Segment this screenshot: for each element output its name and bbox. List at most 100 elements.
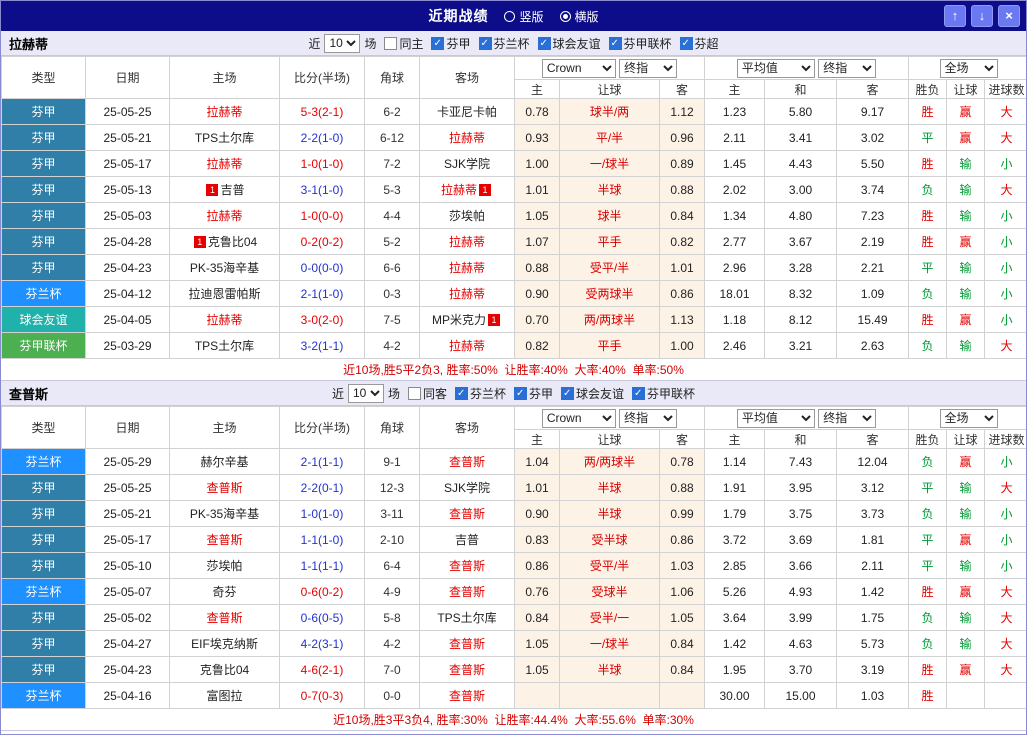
filter-league-checkbox[interactable]: 芬超: [679, 35, 719, 52]
home-team-cell[interactable]: 查普斯: [169, 474, 280, 501]
home-team-cell[interactable]: 奇芬: [169, 578, 280, 605]
away-team-cell[interactable]: 查普斯: [419, 500, 515, 527]
away-team-cell[interactable]: 莎埃帕: [419, 202, 515, 229]
home-team-cell[interactable]: TPS土尔库: [169, 332, 280, 359]
away-team-cell[interactable]: 拉赫蒂: [419, 254, 515, 281]
home-team-cell[interactable]: 查普斯: [169, 526, 280, 553]
avg-time-select[interactable]: 终指: [818, 58, 877, 78]
home-team-cell[interactable]: 拉赫蒂: [169, 306, 280, 333]
scroll-up-button[interactable]: ↑: [944, 5, 966, 27]
result-cell: 胜: [908, 656, 948, 683]
recent-count-select[interactable]: 10: [324, 33, 361, 53]
away-team-cell[interactable]: SJK学院: [419, 474, 515, 501]
home-team-cell[interactable]: 拉赫蒂: [169, 98, 280, 125]
home-team-cell[interactable]: 莎埃帕: [169, 552, 280, 579]
filter-league-checkbox[interactable]: 芬甲联杯: [632, 385, 695, 402]
away-team-cell[interactable]: 查普斯: [419, 448, 515, 475]
odds-time-select[interactable]: 终指: [619, 58, 678, 78]
away-team-cell[interactable]: 拉赫蒂 1: [419, 176, 515, 203]
away-team-cell[interactable]: SJK学院: [419, 150, 515, 177]
away-team-cell[interactable]: 卡亚尼卡帕: [419, 98, 515, 125]
avg-draw-cell: 4.93: [764, 578, 838, 605]
league-type-cell: 芬兰杯: [1, 448, 86, 475]
home-team-cell[interactable]: 克鲁比04: [169, 656, 280, 683]
away-team-cell[interactable]: 拉赫蒂: [419, 124, 515, 151]
avg-time-select[interactable]: 终指: [818, 408, 877, 428]
col-header-avg-home: 主: [704, 79, 766, 99]
home-team-cell[interactable]: 1 吉普: [169, 176, 280, 203]
home-team-cell[interactable]: 查普斯: [169, 604, 280, 631]
away-team-cell[interactable]: 拉赫蒂: [419, 332, 515, 359]
result-cell: 负: [908, 280, 948, 307]
filter-league-checkbox[interactable]: 球会友谊: [561, 385, 624, 402]
home-team-cell[interactable]: PK-35海辛基: [169, 500, 280, 527]
away-team-cell[interactable]: 查普斯: [419, 656, 515, 683]
home-team-cell[interactable]: TPS土尔库: [169, 124, 280, 151]
average-select[interactable]: 平均值: [736, 408, 815, 428]
home-team-cell[interactable]: 拉迪恩雷帕斯: [169, 280, 280, 307]
goals-result-cell: 大: [984, 474, 1026, 501]
away-team-cell[interactable]: TPS土尔库: [419, 604, 515, 631]
avg-draw-cell: 15.00: [764, 682, 838, 709]
score-cell: 0-6(0-2): [279, 578, 365, 605]
league-type-cell: 芬甲: [1, 500, 86, 527]
home-team-cell[interactable]: 赫尔辛基: [169, 448, 280, 475]
away-team-cell[interactable]: 查普斯: [419, 552, 515, 579]
away-odds-cell: 1.00: [658, 332, 706, 359]
recent-count-select[interactable]: 10: [347, 383, 384, 403]
away-team-cell[interactable]: 吉普: [419, 526, 515, 553]
scope-select[interactable]: 全场: [939, 408, 998, 428]
date-cell: 25-05-21: [85, 124, 170, 151]
away-team-cell[interactable]: 查普斯: [419, 682, 515, 709]
league-type-cell: 芬甲: [1, 656, 86, 683]
away-team-cell[interactable]: 查普斯: [419, 630, 515, 657]
table-row: 芬甲 25-04-28 1 克鲁比04 0-2(0-2) 5-2 拉赫蒂 1.07 平手 0.82…: [1, 228, 1026, 255]
filter-league-checkbox[interactable]: 芬甲: [431, 35, 471, 52]
away-team-cell[interactable]: 查普斯: [419, 578, 515, 605]
home-team-cell[interactable]: 拉赫蒂: [169, 150, 280, 177]
filter-league-checkbox[interactable]: 芬甲联杯: [608, 35, 672, 52]
home-team-cell[interactable]: 拉赫蒂: [169, 202, 280, 229]
scope-group-header: 全场: [908, 56, 1026, 80]
handicap-result-cell: 赢: [946, 448, 986, 475]
away-team-cell[interactable]: MP米克力 1: [419, 306, 515, 333]
date-cell: 25-05-02: [85, 604, 170, 631]
filter-league-checkbox[interactable]: 芬甲: [514, 385, 553, 402]
away-team-cell[interactable]: 拉赫蒂: [419, 280, 515, 307]
home-team-cell[interactable]: PK-35海辛基: [169, 254, 280, 281]
goals-result-cell: 大: [984, 124, 1026, 151]
scope-select[interactable]: 全场: [939, 58, 998, 78]
average-select[interactable]: 平均值: [736, 58, 815, 78]
home-team-cell[interactable]: 富图拉: [169, 682, 280, 709]
bookmaker-select[interactable]: Crown: [541, 58, 616, 78]
handicap-result-cell: 赢: [946, 228, 986, 255]
close-button[interactable]: ×: [998, 5, 1020, 27]
home-team-cell[interactable]: 1 克鲁比04: [169, 228, 280, 255]
odds-time-select[interactable]: 终指: [619, 408, 678, 428]
handicap-result-cell: 输: [946, 176, 986, 203]
odds-group-header: Crown 终指: [513, 406, 706, 430]
results-tbody: 芬甲 25-05-25 拉赫蒂 5-3(2-1) 6-2 卡亚尼卡帕 0.78 球半/两 1.1…: [1, 98, 1026, 359]
bookmaker-select[interactable]: Crown: [541, 408, 616, 428]
result-cell: 胜: [908, 98, 948, 125]
filter-same-side-checkbox[interactable]: 同主: [384, 35, 423, 52]
filter-league-checkbox[interactable]: 球会友谊: [537, 35, 601, 52]
home-odds-cell: 1.04: [514, 448, 560, 475]
filter-same-side-checkbox[interactable]: 同客: [407, 385, 447, 402]
layout-radio-horizontal[interactable]: 横版: [559, 8, 599, 25]
layout-radio-vertical[interactable]: 竖版: [504, 8, 544, 25]
away-team-name: 查普斯: [448, 507, 485, 521]
league-type-cell: 芬甲: [1, 98, 86, 125]
home-team-cell[interactable]: EIF埃克纳斯: [169, 630, 280, 657]
date-cell: 25-05-17: [85, 150, 170, 177]
scroll-down-button[interactable]: ↓: [971, 5, 993, 27]
avg-home-cell: 3.64: [704, 604, 766, 631]
checkbox-label: 同客: [422, 386, 447, 401]
away-team-cell[interactable]: 拉赫蒂: [419, 228, 515, 255]
filter-league-checkbox[interactable]: 芬兰杯: [454, 385, 506, 402]
avg-draw-cell: 3.70: [764, 656, 838, 683]
away-odds-cell: 0.99: [658, 500, 706, 527]
filter-league-checkbox[interactable]: 芬兰杯: [478, 35, 530, 52]
handicap-result-cell: 输: [946, 474, 986, 501]
avg-home-cell: 2.11: [704, 124, 766, 151]
